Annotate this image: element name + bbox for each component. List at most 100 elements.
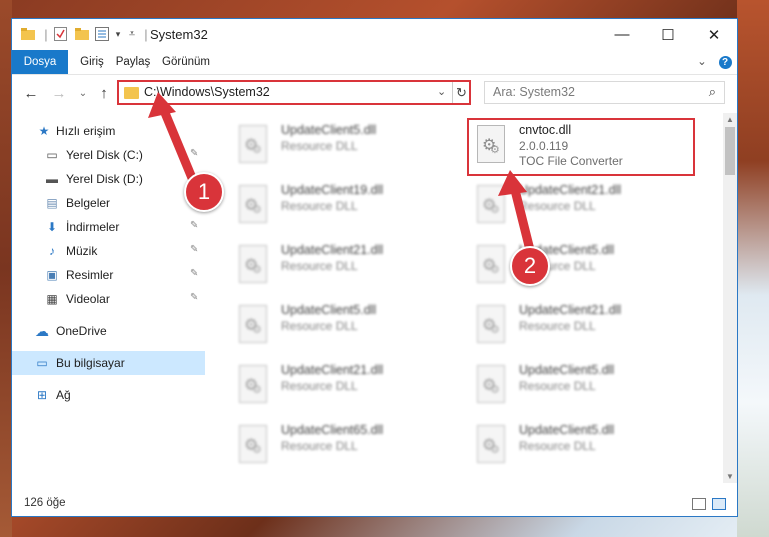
pin-icon[interactable]: ✎	[190, 292, 198, 303]
sidebar-item-label: Videolar	[66, 292, 110, 306]
up-arrow-icon[interactable]: ↑	[95, 84, 113, 102]
file-item[interactable]: ⚙ ⚙ UpdateClient21.dll Resource DLL	[467, 179, 697, 235]
navigation-bar: ← → ⌄ ↑ C:\Windows\System32 ⌄ ↻ Ara: Sys…	[12, 75, 737, 111]
maximize-button[interactable]: ☐	[645, 19, 691, 50]
callout-1: 1	[184, 172, 224, 212]
help-icon[interactable]: ?	[718, 50, 732, 74]
file-description: Resource DLL	[281, 139, 358, 153]
sidebar-item-music[interactable]: ♪ Müzik ✎	[12, 239, 205, 263]
pin-icon[interactable]: ✎	[190, 244, 198, 255]
dll-file-icon: ⚙ ⚙	[237, 245, 269, 285]
file-name: UpdateClient65.dll	[281, 423, 384, 437]
documents-icon: ▤	[46, 196, 58, 210]
file-item[interactable]: ⚙ ⚙ UpdateClient21.dll Resource DLL	[229, 239, 459, 295]
file-description: Resource DLL	[519, 319, 596, 333]
explorer-window: | ▾ ⩡ | System32 — ☐ ✕ Dosya Giriş Payla…	[11, 18, 738, 517]
address-bar[interactable]: C:\Windows\System32 ⌄ ↻	[117, 80, 471, 105]
network-icon: ⊞	[36, 388, 48, 402]
sidebar-item-label: Belgeler	[66, 196, 111, 210]
pin-icon[interactable]: ✎	[190, 268, 198, 279]
scroll-down-icon[interactable]: ▼	[726, 472, 734, 481]
sidebar-item-pictures[interactable]: ▣ Resimler ✎	[12, 263, 205, 287]
sidebar-item-label: Resimler	[66, 268, 114, 282]
computer-icon: ▭	[36, 356, 48, 370]
tab-file[interactable]: Dosya	[12, 50, 68, 74]
star-icon: ★	[38, 124, 50, 138]
sidebar-item-network[interactable]: ⊞ Ağ	[12, 383, 205, 407]
scroll-up-icon[interactable]: ▲	[726, 115, 734, 124]
file-item[interactable]: ⚙ ⚙ UpdateClient21.dll Resource DLL	[229, 359, 459, 415]
file-item[interactable]: ⚙ ⚙ UpdateClient19.dll Resource DLL	[229, 179, 459, 235]
search-input[interactable]: Ara: System32 ⌕	[484, 81, 725, 104]
vertical-scrollbar[interactable]: ▲ ▼	[723, 113, 737, 483]
file-name: UpdateClient5.dll	[519, 423, 615, 437]
pin-icon[interactable]: ✎	[190, 220, 198, 231]
sidebar-item-label: OneDrive	[56, 324, 107, 338]
file-name: UpdateClient5.dll	[281, 123, 377, 137]
chevron-down-icon[interactable]: ⌄	[437, 85, 446, 98]
folder-icon	[20, 26, 36, 42]
file-item[interactable]: ⚙ ⚙ UpdateClient5.dll Resource DLL	[467, 239, 697, 295]
navigation-pane: ★ Hızlı erişim ▭ Yerel Disk (C:) ✎ ▬ Yer…	[12, 113, 205, 483]
file-item[interactable]: ⚙ ⚙ UpdateClient5.dll Resource DLL	[229, 119, 459, 175]
help-glyph: ?	[718, 56, 732, 69]
sidebar-item-videos[interactable]: ▦ Videolar ✎	[12, 287, 205, 311]
back-arrow-icon[interactable]: ←	[22, 84, 40, 102]
dll-file-icon: ⚙ ⚙	[237, 125, 269, 165]
sidebar-item-onedrive[interactable]: ☁ OneDrive	[12, 319, 205, 343]
sidebar-item-this-pc[interactable]: ▭ Bu bilgisayar	[12, 351, 205, 375]
minimize-button[interactable]: —	[599, 19, 645, 50]
drive-icon: ▭	[46, 148, 58, 162]
file-name: UpdateClient5.dll	[519, 363, 615, 377]
file-name: UpdateClient19.dll	[281, 183, 384, 197]
sidebar-item-label: Yerel Disk (C:)	[66, 148, 143, 162]
file-description: Resource DLL	[281, 319, 358, 333]
tab-home[interactable]: Giriş	[76, 50, 108, 74]
forward-arrow-icon[interactable]: →	[50, 84, 68, 102]
drive-icon: ▬	[46, 172, 58, 186]
sidebar-item-local-disk-d[interactable]: ▬ Yerel Disk (D:) ✎	[12, 167, 205, 191]
desktop-background-right	[737, 0, 769, 537]
sidebar-item-local-disk-c[interactable]: ▭ Yerel Disk (C:) ✎	[12, 143, 205, 167]
recent-locations-icon[interactable]: ⌄	[74, 84, 92, 102]
close-button[interactable]: ✕	[691, 19, 737, 50]
pictures-icon: ▣	[46, 268, 58, 282]
file-item[interactable]: ⚙ ⚙ UpdateClient5.dll Resource DLL	[229, 299, 459, 355]
dll-file-icon: ⚙ ⚙	[237, 365, 269, 405]
file-description: Resource DLL	[281, 259, 358, 273]
search-placeholder: Ara: System32	[493, 85, 575, 99]
dll-file-icon: ⚙ ⚙	[475, 185, 507, 225]
tab-share[interactable]: Paylaş	[113, 50, 153, 74]
dll-file-icon: ⚙ ⚙	[475, 365, 507, 405]
dll-file-icon: ⚙ ⚙	[475, 425, 507, 465]
sidebar-item-downloads[interactable]: ⬇ İndirmeler ✎	[12, 215, 205, 239]
properties-icon[interactable]	[52, 26, 68, 42]
dll-file-icon: ⚙ ⚙	[475, 245, 507, 285]
address-path: C:\Windows\System32	[144, 85, 270, 99]
details-view-icon[interactable]	[692, 498, 706, 510]
scrollbar-thumb[interactable]	[725, 127, 735, 175]
highlight-box-file	[467, 118, 695, 176]
videos-icon: ▦	[46, 292, 58, 306]
tab-view[interactable]: Görünüm	[160, 50, 212, 74]
dll-file-icon: ⚙ ⚙	[237, 185, 269, 225]
expand-ribbon-icon[interactable]: ⌄	[694, 50, 710, 74]
sidebar-item-documents[interactable]: ▤ Belgeler ✎	[12, 191, 205, 215]
dll-file-icon: ⚙ ⚙	[237, 305, 269, 345]
title-bar: | ▾ ⩡ | System32 — ☐ ✕	[12, 19, 737, 50]
file-item[interactable]: ⚙ ⚙ UpdateClient21.dll Resource DLL	[467, 299, 697, 355]
file-item[interactable]: ⚙ ⚙ UpdateClient5.dll Resource DLL	[467, 359, 697, 415]
customize-icon[interactable]	[94, 26, 110, 42]
refresh-icon[interactable]: ↻	[452, 82, 470, 103]
sidebar-item-label: Hızlı erişim	[56, 124, 116, 138]
cloud-icon: ☁	[35, 322, 49, 339]
pin-icon[interactable]: ✎	[190, 148, 198, 159]
sidebar-item-label: Yerel Disk (D:)	[66, 172, 143, 186]
file-item[interactable]: ⚙ ⚙ UpdateClient5.dll Resource DLL	[467, 419, 697, 475]
large-icons-view-icon[interactable]	[712, 498, 726, 510]
sidebar-item-quick-access[interactable]: ★ Hızlı erişim	[12, 119, 205, 143]
new-folder-icon[interactable]	[74, 26, 90, 42]
ribbon-tabs: Dosya Giriş Paylaş Görünüm ⌄ ?	[12, 50, 737, 75]
file-item[interactable]: ⚙ ⚙ UpdateClient65.dll Resource DLL	[229, 419, 459, 475]
folder-icon	[124, 87, 139, 99]
